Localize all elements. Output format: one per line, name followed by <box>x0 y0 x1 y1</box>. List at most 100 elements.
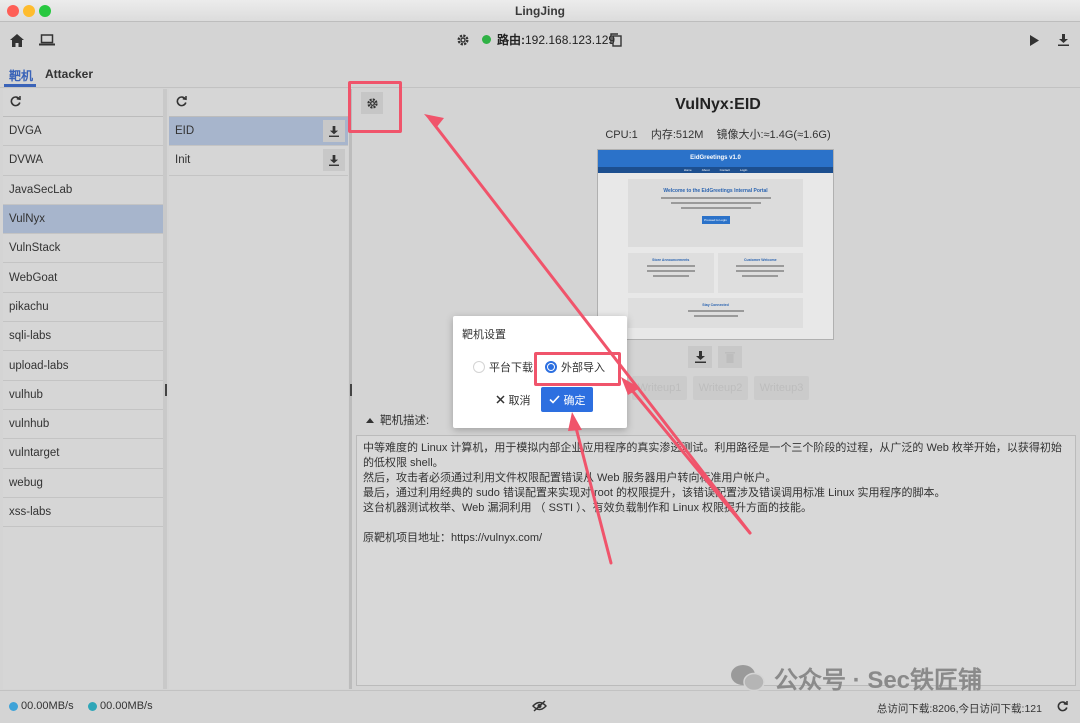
watermark-text: 公众号 · Sec铁匠铺 <box>774 667 983 694</box>
target-item-webug[interactable]: webug <box>3 469 163 498</box>
machine-name: Init <box>175 154 191 167</box>
cancel-button[interactable]: 取消 <box>488 387 538 412</box>
writeup3-button[interactable]: Writeup3 <box>754 376 809 400</box>
machine-screenshot: EidGreetings v1.0 Home About Contact Log… <box>597 149 834 340</box>
preview-nav: Home About Contact Login <box>598 167 833 173</box>
preview-bottom-box: Stay Connected <box>628 298 803 328</box>
route-label: 路由: <box>497 33 525 47</box>
delete-image-button[interactable] <box>718 346 742 368</box>
target-item-dvwa[interactable]: DVWA <box>3 146 163 176</box>
tab-attacker[interactable]: Attacker <box>45 67 93 81</box>
laptop-icon[interactable] <box>37 31 57 49</box>
eye-off-icon[interactable] <box>532 700 547 715</box>
description-toggle[interactable]: 靶机描述: <box>366 412 429 428</box>
route-ip: 192.168.123.129 <box>525 32 616 47</box>
machine-name: EID <box>175 125 195 138</box>
refresh-icon[interactable] <box>10 95 21 110</box>
machine-specs: CPU:1 内存:512M 镜像大小:≈1.4G(≈1.6G) <box>356 126 1080 142</box>
preview-nav-item: Contact <box>719 168 730 172</box>
description-line: 中等难度的 Linux 计算机，用于模拟内部企业应用程序的真实渗透测试。利用路径… <box>363 442 1062 469</box>
upload-speed: 00.00MB/s <box>9 700 74 712</box>
writeup1-button[interactable]: Writeup1 <box>632 376 687 400</box>
preview-left-box: Store Announcements <box>628 253 714 293</box>
description-text: 中等难度的 Linux 计算机，用于模拟内部企业应用程序的真实渗透测试。利用路径… <box>356 435 1076 686</box>
option-platform-download[interactable]: 平台下载 <box>473 359 533 375</box>
confirm-button[interactable]: 确定 <box>541 387 593 412</box>
trash-icon <box>725 352 735 363</box>
download-icon[interactable] <box>1054 31 1072 49</box>
toolbar: 路由: 192.168.123.129 <box>0 22 1080 58</box>
preview-right-heading: Customer Welcome <box>743 258 777 262</box>
target-item-vulnyx[interactable]: VulNyx <box>3 204 163 235</box>
tab-bar: 靶机 Attacker <box>0 60 1080 88</box>
machine-title: VulNyx:EID <box>675 96 761 113</box>
refresh-icon[interactable] <box>176 95 187 110</box>
download-speed: 00.00MB/s <box>88 700 153 712</box>
cancel-label: 取消 <box>508 394 531 407</box>
confirm-label: 确定 <box>563 394 586 407</box>
cpu-spec: CPU:1 <box>605 129 638 141</box>
play-icon[interactable] <box>1025 31 1043 49</box>
home-icon[interactable] <box>8 31 26 49</box>
target-item-vulntarget[interactable]: vulntarget <box>3 439 163 469</box>
preview-button: Proceed to Login <box>701 216 730 224</box>
description-line: 然后，攻击者必须通过利用文件权限配置错误从 Web 服务器用户转向标准用户帐户。 <box>363 472 777 484</box>
download-icon <box>694 351 706 363</box>
refresh-icon[interactable] <box>1057 701 1068 715</box>
download-speed-value: 00.00MB/s <box>100 700 153 712</box>
target-item-sqli-labs[interactable]: sqli-labs <box>3 322 163 352</box>
download-machine-button[interactable] <box>323 149 345 172</box>
gear-icon[interactable] <box>454 31 472 49</box>
preview-left-heading: Store Announcements <box>652 258 690 262</box>
preview-right-box: Customer Welcome <box>717 253 803 293</box>
target-list-header <box>3 89 163 117</box>
copy-icon[interactable] <box>607 31 625 49</box>
tab-targets[interactable]: 靶机 <box>9 67 33 84</box>
target-item-javaseclab[interactable]: JavaSecLab <box>3 176 163 205</box>
memory-spec: 内存:512M <box>650 129 704 141</box>
radio-platform-download[interactable] <box>473 361 485 373</box>
machine-item-init[interactable]: Init <box>169 146 348 176</box>
description-label: 靶机描述: <box>380 415 430 427</box>
description-line: 这台机器测试枚举、Web 漏洞利用 （ SSTI ）、有效负载制作和 Linux… <box>363 502 812 514</box>
download-machine-button[interactable] <box>323 120 345 143</box>
wechat-icon <box>731 664 765 691</box>
image-size-spec: 镜像大小:≈1.4G(≈1.6G) <box>716 129 831 141</box>
close-icon <box>495 395 505 404</box>
preview-welcome: Welcome to the EidGreetings Internal Por… <box>663 188 768 194</box>
chevron-up-icon <box>366 417 374 423</box>
description-source-link[interactable]: 原靶机项目地址：https://vulnyx.com/ <box>363 531 1069 546</box>
writeup2-button[interactable]: Writeup2 <box>693 376 748 400</box>
preview-header: EidGreetings v1.0 <box>598 150 833 167</box>
upload-arrow-icon <box>9 701 18 711</box>
target-item-dvga[interactable]: DVGA <box>3 117 163 147</box>
splitter-handle[interactable] <box>165 384 167 396</box>
preview-welcome-card: Welcome to the EidGreetings Internal Por… <box>628 179 803 247</box>
preview-row: Store Announcements Customer Welcome <box>628 253 803 293</box>
target-item-pikachu[interactable]: pikachu <box>3 293 163 323</box>
highlight-settings-button <box>348 81 402 133</box>
machine-list-panel: EID Init <box>169 89 348 689</box>
target-item-vulnhub[interactable]: vulnhub <box>3 410 163 440</box>
target-item-vulnstack[interactable]: VulnStack <box>3 234 163 264</box>
watermark: 公众号 · Sec铁匠铺 <box>730 660 982 695</box>
target-item-upload-labs[interactable]: upload-labs <box>3 351 163 381</box>
description-line: 最后，通过利用经典的 sudo 错误配置来实现对 root 的权限提升，该错误配… <box>363 487 946 499</box>
option-label: 平台下载 <box>489 362 533 374</box>
highlight-import-option <box>534 352 621 386</box>
target-item-webgoat[interactable]: WebGoat <box>3 263 163 293</box>
download-arrow-icon <box>88 701 97 711</box>
splitter-handle[interactable] <box>350 384 352 396</box>
visit-stats: 总访问下载:8206,今日访问下载:121 <box>876 703 1042 715</box>
online-status-icon <box>482 35 491 44</box>
machine-list-header <box>169 89 348 117</box>
upload-speed-value: 00.00MB/s <box>21 700 74 712</box>
target-item-xss-labs[interactable]: xss-labs <box>3 498 163 528</box>
window-title: LingJing <box>515 4 565 18</box>
machine-item-eid[interactable]: EID <box>169 117 348 147</box>
download-image-button[interactable] <box>688 346 712 368</box>
target-item-vulhub[interactable]: vulhub <box>3 381 163 410</box>
preview-nav-item: About <box>701 168 710 172</box>
writeup-buttons: Writeup1 Writeup2 Writeup3 <box>632 376 809 400</box>
check-icon <box>548 395 560 404</box>
